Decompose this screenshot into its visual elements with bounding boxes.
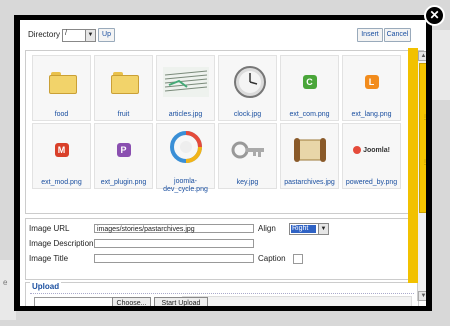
file-tile-ext-lang[interactable]: L ext_lang.png	[342, 55, 401, 121]
joomla-logo-text: Joomla!	[363, 146, 390, 154]
file-tile-pastarchives[interactable]: pastarchives.jpg	[280, 123, 339, 189]
file-tile-ext-com[interactable]: C ext_com.png	[280, 55, 339, 121]
image-url-label: Image URL	[29, 224, 70, 233]
scrollbar[interactable]: ▲ ⋮ ⋮ ▼	[417, 51, 426, 301]
image-manager-dialog: Directory / ▼ Up Insert Cancel food frui…	[20, 20, 426, 306]
upload-file-field[interactable]	[34, 297, 113, 306]
file-name: powered_by.png	[345, 179, 398, 186]
caption-label: Caption	[258, 254, 286, 263]
grip-icon: ⋮	[422, 115, 426, 121]
directory-value: /	[65, 30, 67, 37]
file-tile-clock[interactable]: clock.jpg	[218, 55, 277, 121]
file-grid: food fruit articles.jpg clock.jpg C ext_…	[25, 50, 424, 214]
scroll-thumb[interactable]: ⋮ ⋮	[419, 63, 426, 213]
cancel-button[interactable]: Cancel	[384, 28, 411, 42]
upload-title: Upload	[30, 282, 62, 291]
key-thumbnail	[222, 127, 273, 173]
scroll-down-icon[interactable]: ▼	[418, 291, 426, 301]
file-tile-joomla-dev-cycle[interactable]: joomla-dev_cycle.png	[156, 123, 215, 193]
scroll-up-icon[interactable]: ▲	[418, 51, 426, 61]
toolbar: Directory / ▼ Up Insert Cancel	[26, 28, 419, 44]
extension-language-icon: L	[364, 75, 379, 89]
folder-icon	[98, 59, 149, 105]
chevron-down-icon: ▼	[318, 224, 328, 234]
image-description-label: Image Description	[29, 239, 94, 248]
powered-by-thumbnail: Joomla!	[346, 127, 397, 173]
image-description-field[interactable]	[94, 239, 254, 248]
file-tile-fruit[interactable]: fruit	[94, 55, 153, 121]
upload-section: Upload Choose... Start Upload	[25, 282, 419, 306]
articles-thumbnail	[160, 59, 211, 105]
image-title-label: Image Title	[29, 254, 69, 263]
align-label: Align	[258, 224, 276, 233]
clock-thumbnail	[222, 59, 273, 105]
caption-checkbox[interactable]	[293, 254, 303, 264]
dev-cycle-thumbnail	[160, 127, 211, 167]
align-select[interactable]: Right ▼	[289, 223, 329, 235]
pastarchives-thumbnail	[284, 127, 335, 173]
background-left-fragment: e	[3, 278, 8, 287]
grip-icon: ⋮	[422, 160, 426, 166]
file-name: ext_mod.png	[41, 179, 82, 186]
extension-module-icon: M	[54, 143, 69, 157]
file-tile-key[interactable]: key.jpg	[218, 123, 277, 189]
file-name: clock.jpg	[233, 111, 262, 118]
yellow-side-bar	[408, 48, 418, 283]
file-tile-food[interactable]: food	[32, 55, 91, 121]
file-name: key.jpg	[236, 179, 259, 186]
choose-button[interactable]: Choose...	[112, 297, 151, 306]
file-name: ext_plugin.png	[100, 179, 147, 186]
file-name: fruit	[117, 111, 130, 118]
file-name: joomla-dev_cycle.png	[163, 178, 208, 193]
folder-icon	[36, 59, 87, 105]
file-tile-ext-plugin[interactable]: P ext_plugin.png	[94, 123, 153, 189]
directory-label: Directory	[28, 30, 61, 39]
file-name: ext_lang.png	[351, 111, 392, 118]
image-title-field[interactable]	[94, 254, 254, 263]
up-button[interactable]: Up	[98, 28, 115, 42]
extension-plugin-icon: P	[116, 143, 131, 157]
extension-component-icon: C	[302, 75, 317, 89]
image-url-field[interactable]: images/stories/pastarchives.jpg	[94, 224, 254, 233]
file-tile-articles[interactable]: articles.jpg	[156, 55, 215, 121]
align-value: Right	[291, 225, 316, 233]
image-properties-form: Image URL images/stories/pastarchives.jp…	[25, 218, 419, 280]
chevron-down-icon: ▼	[85, 30, 95, 41]
close-icon[interactable]: ✕	[424, 5, 445, 26]
file-name: articles.jpg	[168, 111, 203, 118]
insert-button[interactable]: Insert	[357, 28, 383, 42]
file-name: pastarchives.jpg	[284, 179, 335, 186]
directory-select[interactable]: / ▼	[62, 29, 96, 42]
file-name: food	[54, 111, 69, 118]
file-tile-ext-mod[interactable]: M ext_mod.png	[32, 123, 91, 189]
file-tile-powered-by[interactable]: Joomla! powered_by.png	[342, 123, 401, 189]
upload-field-extension	[182, 296, 412, 306]
start-upload-button[interactable]: Start Upload	[154, 297, 208, 306]
file-name: ext_com.png	[289, 111, 330, 118]
upload-divider	[30, 293, 414, 294]
